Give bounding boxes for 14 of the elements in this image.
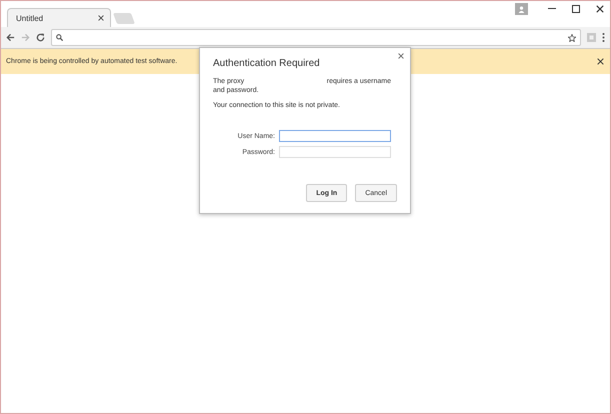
dialog-title: Authentication Required — [213, 58, 321, 69]
reload-icon[interactable] — [36, 33, 45, 42]
close-icon[interactable] — [596, 5, 604, 13]
input-field[interactable] — [279, 130, 391, 142]
browser-tab[interactable]: Untitled — [7, 8, 111, 27]
close-button[interactable] — [398, 53, 404, 59]
star-icon[interactable] — [568, 34, 576, 42]
close-icon[interactable] — [98, 15, 104, 21]
menu-icon[interactable] — [602, 33, 605, 42]
close-icon[interactable] — [597, 58, 604, 65]
back-icon[interactable] — [6, 33, 15, 42]
search-icon — [56, 34, 63, 41]
maximize-icon[interactable] — [572, 5, 580, 13]
minimize-icon[interactable] — [548, 8, 556, 10]
